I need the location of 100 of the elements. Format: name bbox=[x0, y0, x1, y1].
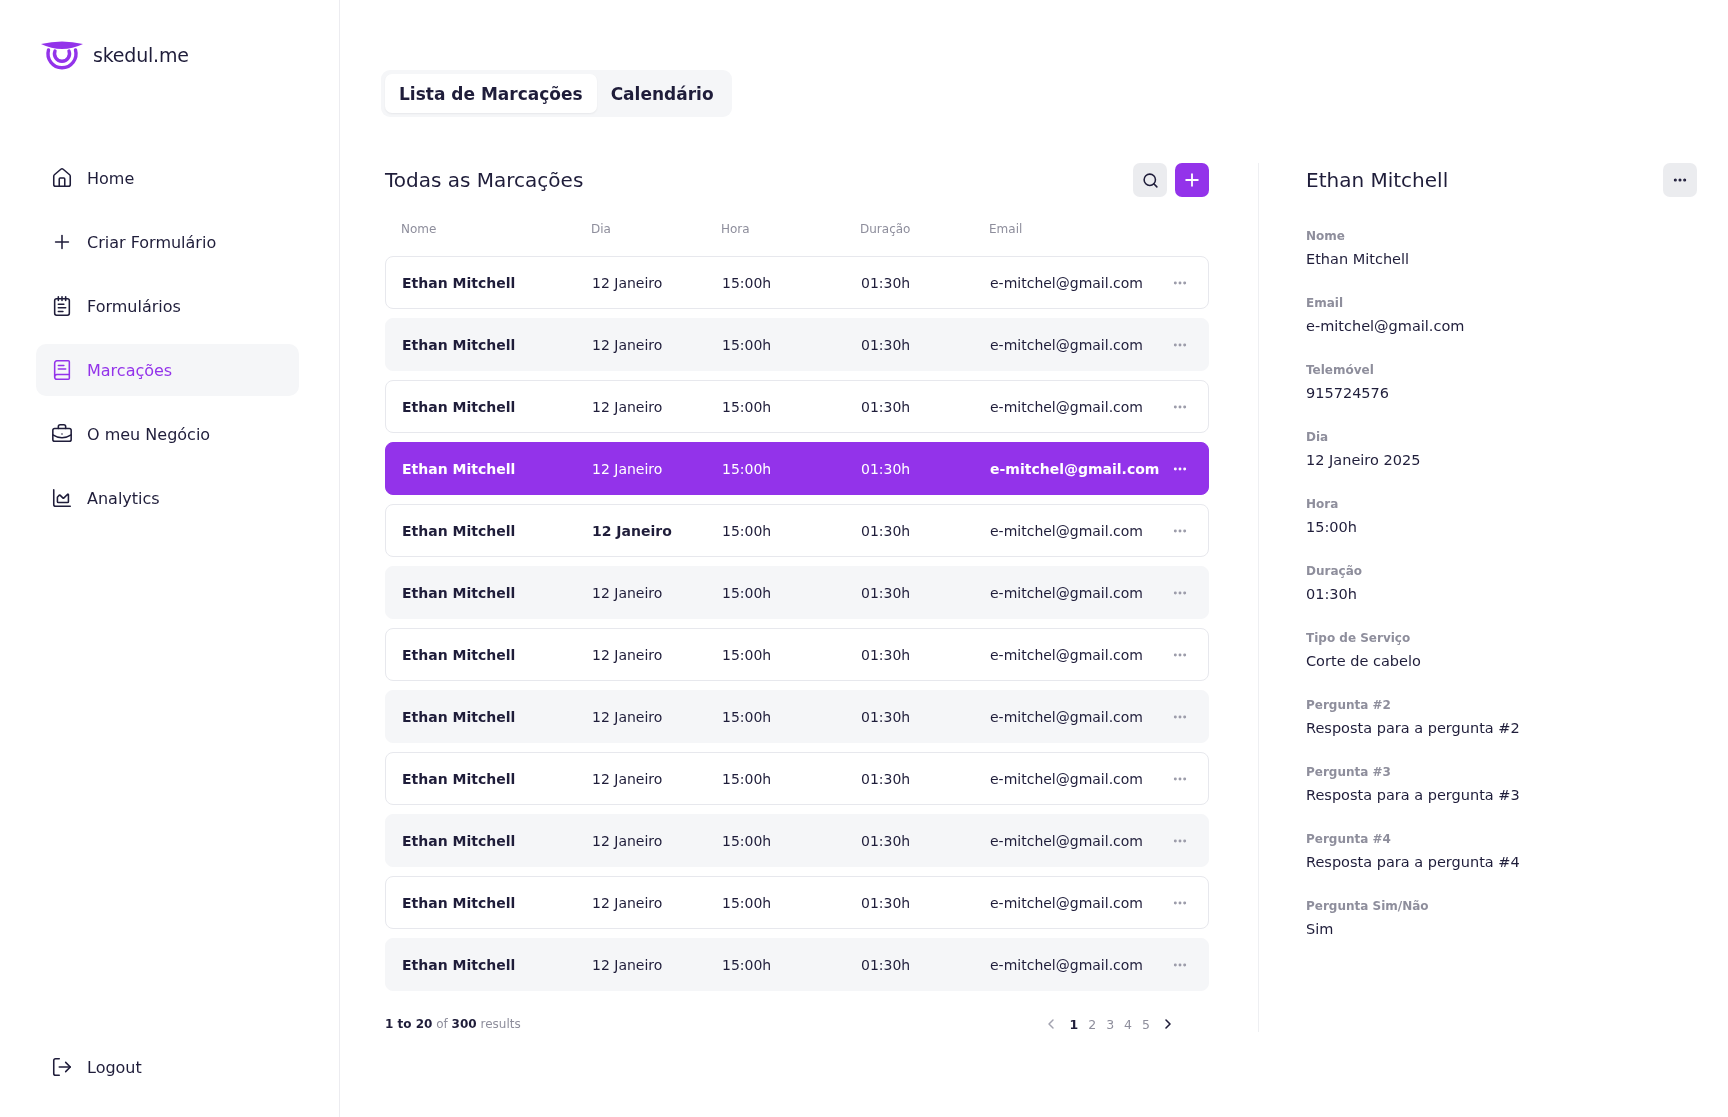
field-label: Pergunta Sim/Não bbox=[1306, 898, 1430, 914]
field-value: 01:30h bbox=[1306, 585, 1358, 604]
search-button[interactable] bbox=[1133, 163, 1167, 197]
table-cell-text: Ethan Mitchell bbox=[402, 397, 517, 417]
table-cell-text: 15:00h bbox=[722, 955, 773, 975]
nav-item[interactable]: O meu Negócio bbox=[36, 408, 299, 460]
field-value: e-mitchel@gmail.com bbox=[1306, 317, 1466, 336]
table-cell-text: 15:00h bbox=[722, 707, 773, 727]
table-cell-text: 01:30h bbox=[861, 831, 912, 851]
home-icon bbox=[51, 167, 73, 189]
results-summary: 1 to 20 of 300 results bbox=[385, 1017, 521, 1031]
table-cell-text: 01:30h bbox=[861, 273, 912, 293]
field-label: Nome bbox=[1306, 228, 1346, 244]
table-row[interactable]: Ethan Mitchell 12 Janeiro 15:00h 01:30h e-mitchel@gmail.com bbox=[385, 690, 1209, 743]
table-cell-text: 15:00h bbox=[722, 583, 773, 603]
search-icon bbox=[1141, 171, 1159, 189]
table-cell-text: 01:30h bbox=[861, 707, 912, 727]
field-label: Pergunta #2 bbox=[1306, 697, 1392, 713]
table-cell-text: 01:30h bbox=[861, 955, 912, 975]
table-cell-text: 12 Janeiro bbox=[592, 521, 673, 541]
table-cell-text: Ethan Mitchell bbox=[402, 583, 517, 603]
table-cell-text: 12 Janeiro bbox=[592, 893, 664, 913]
table-cell-text: e-mitchel@gmail.com bbox=[990, 335, 1144, 355]
table-cell-text: Ethan Mitchell bbox=[402, 955, 517, 975]
table-row[interactable]: Ethan Mitchell 12 Janeiro 15:00h 01:30h e-mitchel@gmail.com bbox=[385, 628, 1209, 681]
table-cell-text: Ethan Mitchell bbox=[402, 273, 517, 293]
table-cell-text: 12 Janeiro bbox=[592, 273, 664, 293]
notepad-icon bbox=[51, 295, 73, 317]
more-button[interactable] bbox=[1663, 163, 1697, 197]
column-header: Duração bbox=[860, 221, 912, 237]
table-row[interactable]: Ethan Mitchell 12 Janeiro 15:00h 01:30h e-mitchel@gmail.com bbox=[385, 876, 1209, 929]
book-icon bbox=[51, 359, 73, 381]
table-row[interactable]: Ethan Mitchell 12 Janeiro 15:00h 01:30h e-mitchel@gmail.com bbox=[385, 814, 1209, 867]
table-cell-text: 01:30h bbox=[861, 893, 912, 913]
page-link[interactable]: 1 bbox=[1069, 1016, 1079, 1032]
field-value: 12 Janeiro 2025 bbox=[1306, 451, 1422, 470]
table-cell-text: 01:30h bbox=[861, 521, 912, 541]
table-cell-text: Ethan Mitchell bbox=[402, 831, 517, 851]
table-cell-text: e-mitchel@gmail.com bbox=[990, 707, 1144, 727]
table-cell-text: 15:00h bbox=[722, 273, 773, 293]
field-value: Resposta para a pergunta #3 bbox=[1306, 786, 1521, 805]
nav-item[interactable]: Analytics bbox=[36, 472, 299, 524]
field-label: Email bbox=[1306, 295, 1345, 311]
table-row[interactable]: Ethan Mitchell 12 Janeiro 15:00h 01:30h e-mitchel@gmail.com bbox=[385, 938, 1209, 991]
column-header: Email bbox=[989, 221, 1024, 237]
table-cell-text: Ethan Mitchell bbox=[402, 335, 517, 355]
table-cell-text: Ethan Mitchell bbox=[402, 645, 517, 665]
table-cell-text: 15:00h bbox=[722, 521, 773, 541]
table-cell-text: e-mitchel@gmail.com bbox=[990, 769, 1144, 789]
tab[interactable]: Lista de Marcações bbox=[385, 74, 597, 113]
column-header: Nome bbox=[401, 221, 438, 237]
table-cell-text: e-mitchel@gmail.com bbox=[990, 831, 1144, 851]
field-value: 915724576 bbox=[1306, 384, 1391, 403]
field-label: Pergunta #4 bbox=[1306, 831, 1392, 847]
table-cell-text: 15:00h bbox=[722, 831, 773, 851]
logout-link[interactable]: Logout bbox=[36, 1041, 299, 1093]
field-value: Resposta para a pergunta #2 bbox=[1306, 719, 1521, 738]
table-cell-text: 12 Janeiro bbox=[592, 583, 664, 603]
table-cell-text: e-mitchel@gmail.com bbox=[990, 893, 1144, 913]
field-value: Ethan Mitchell bbox=[1306, 250, 1411, 269]
table-cell-text: 15:00h bbox=[722, 459, 773, 479]
table-row[interactable]: Ethan Mitchell 12 Janeiro 15:00h 01:30h e-mitchel@gmail.com bbox=[385, 318, 1209, 371]
table-cell-text: 01:30h bbox=[861, 397, 912, 417]
nav-item[interactable]: Formulários bbox=[36, 280, 299, 332]
table-cell-text: 01:30h bbox=[861, 769, 912, 789]
table-cell-text: e-mitchel@gmail.com bbox=[990, 583, 1144, 603]
table-cell-text: Ethan Mitchell bbox=[402, 893, 517, 913]
table-row[interactable]: Ethan Mitchell 12 Janeiro 15:00h 01:30h e-mitchel@gmail.com bbox=[385, 442, 1209, 495]
field-label: Duração bbox=[1306, 563, 1363, 579]
tab[interactable]: Calendário bbox=[596, 74, 728, 113]
table-cell-text: 12 Janeiro bbox=[592, 707, 664, 727]
table-cell-text: 01:30h bbox=[861, 335, 912, 355]
section-title: Todas as Marcações bbox=[385, 168, 584, 192]
brand-name: skedul.me bbox=[93, 44, 189, 66]
nav-item[interactable]: Marcações bbox=[36, 344, 299, 396]
table-row[interactable]: Ethan Mitchell 12 Janeiro 15:00h 01:30h e-mitchel@gmail.com bbox=[385, 752, 1209, 805]
nav-item[interactable]: Home bbox=[36, 152, 299, 204]
table-cell-text: Ethan Mitchell bbox=[402, 521, 517, 541]
field-label: Dia bbox=[1306, 429, 1330, 445]
briefcase-icon bbox=[51, 423, 73, 445]
field-label: Hora bbox=[1306, 496, 1340, 512]
logout-icon bbox=[51, 1056, 73, 1078]
table-cell-text: Ethan Mitchell bbox=[402, 707, 517, 727]
table-cell-text: 12 Janeiro bbox=[592, 831, 664, 851]
table-cell-text: e-mitchel@gmail.com bbox=[990, 459, 1161, 479]
table-cell-text: Ethan Mitchell bbox=[402, 769, 517, 789]
table-cell-text: 15:00h bbox=[722, 645, 773, 665]
table-cell-text: 12 Janeiro bbox=[592, 955, 664, 975]
add-button[interactable] bbox=[1175, 163, 1209, 197]
table-row[interactable]: Ethan Mitchell 12 Janeiro 15:00h 01:30h e-mitchel@gmail.com bbox=[385, 380, 1209, 433]
table-cell-text: 15:00h bbox=[722, 397, 773, 417]
field-label: Tipo de Serviço bbox=[1306, 630, 1412, 646]
field-value: Corte de cabelo bbox=[1306, 652, 1422, 671]
nav-item[interactable]: Criar Formulário bbox=[36, 216, 299, 268]
table-cell-text: 15:00h bbox=[722, 769, 773, 789]
table-cell-text: e-mitchel@gmail.com bbox=[990, 273, 1144, 293]
table-row[interactable]: Ethan Mitchell 12 Janeiro 15:00h 01:30h e-mitchel@gmail.com bbox=[385, 566, 1209, 619]
table-row[interactable]: Ethan Mitchell 12 Janeiro 15:00h 01:30h e-mitchel@gmail.com bbox=[385, 504, 1209, 557]
table-row[interactable]: Ethan Mitchell 12 Janeiro 15:00h 01:30h e-mitchel@gmail.com bbox=[385, 256, 1209, 309]
field-value: Sim bbox=[1306, 920, 1335, 939]
